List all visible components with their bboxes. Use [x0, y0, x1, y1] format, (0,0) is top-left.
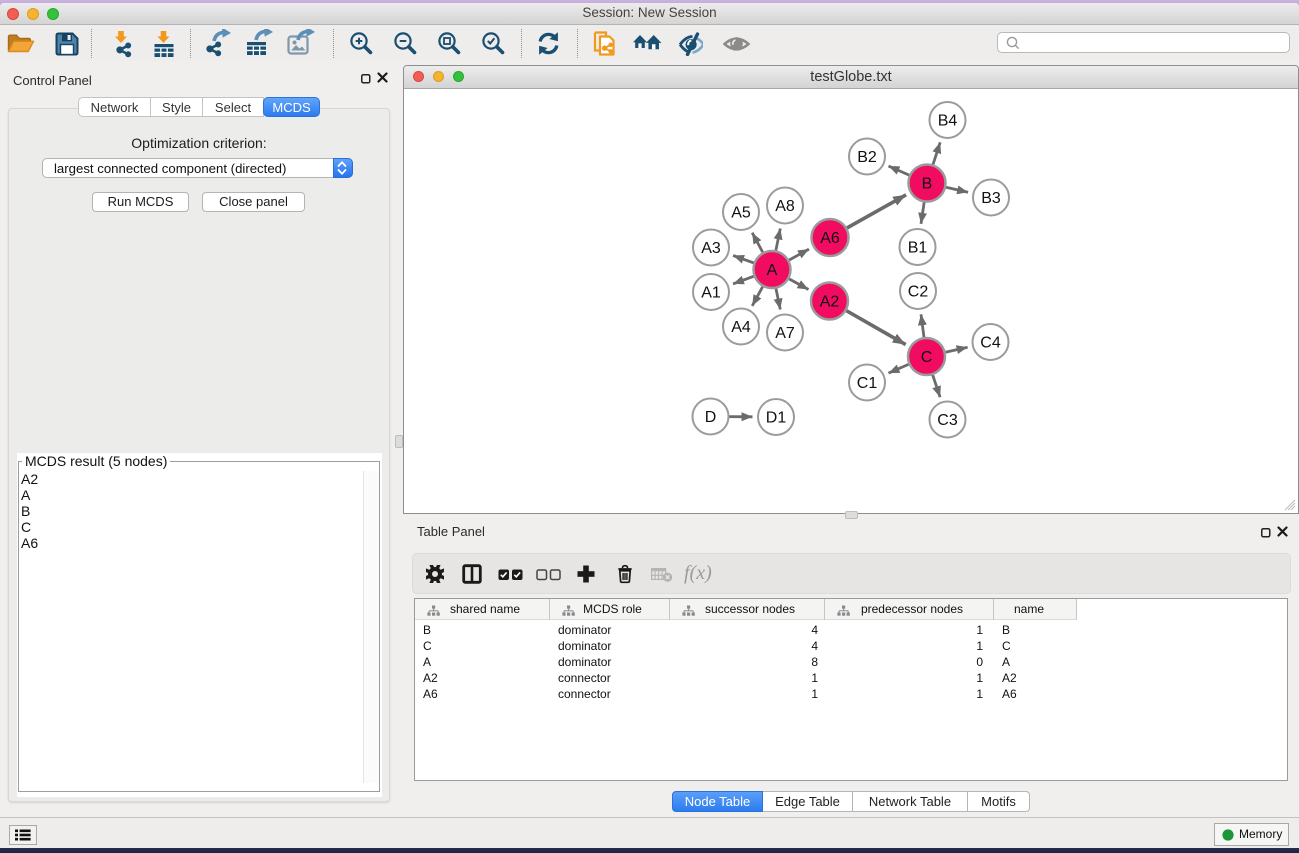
svg-text:B3: B3 [981, 190, 1001, 207]
svg-text:A6: A6 [820, 230, 840, 247]
svg-text:B1: B1 [908, 240, 928, 257]
svg-text:B2: B2 [857, 149, 877, 166]
svg-text:B: B [922, 176, 933, 193]
svg-text:A1: A1 [701, 285, 721, 302]
svg-text:A8: A8 [775, 198, 795, 215]
svg-text:B4: B4 [938, 113, 958, 130]
svg-text:A7: A7 [775, 325, 795, 342]
svg-text:C: C [921, 349, 933, 366]
svg-text:A5: A5 [731, 205, 751, 222]
svg-text:A3: A3 [701, 240, 721, 257]
svg-text:C4: C4 [980, 335, 1001, 352]
svg-text:D: D [705, 409, 717, 426]
svg-text:A: A [767, 262, 778, 279]
svg-text:C1: C1 [857, 375, 878, 392]
svg-text:C3: C3 [937, 412, 958, 429]
svg-text:D1: D1 [766, 410, 787, 427]
svg-text:C2: C2 [908, 284, 929, 301]
svg-text:A2: A2 [820, 294, 840, 311]
svg-text:A4: A4 [731, 319, 751, 336]
